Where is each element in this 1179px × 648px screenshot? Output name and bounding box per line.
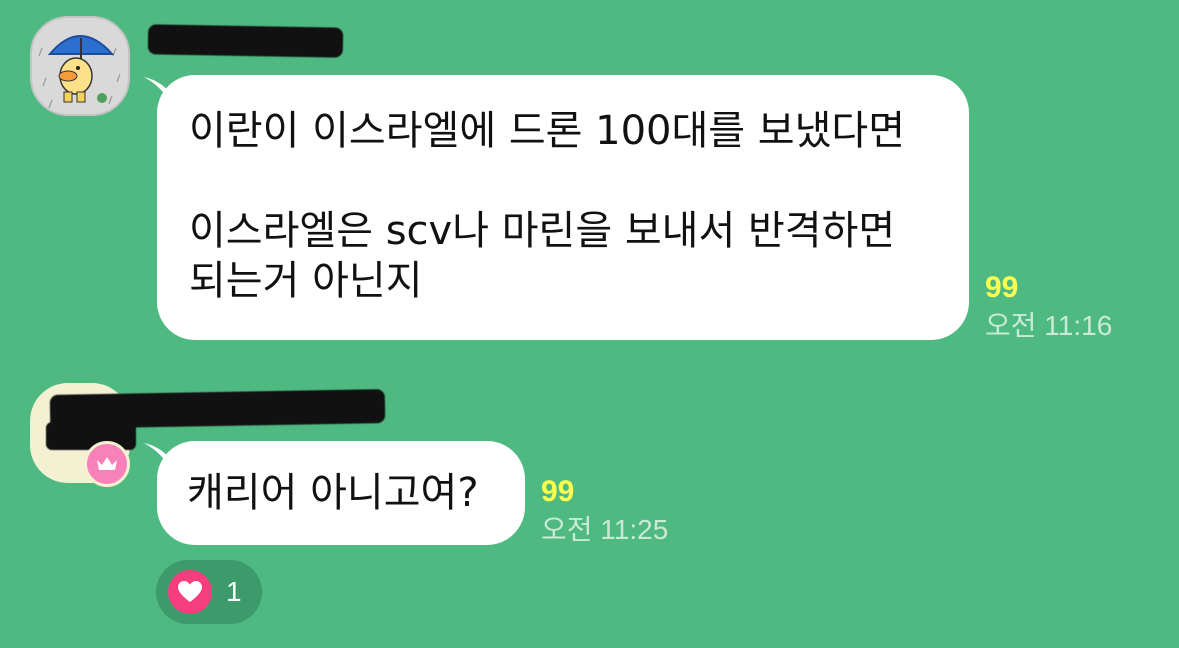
message-text-line	[189, 156, 937, 206]
reaction-count: 1	[226, 576, 242, 607]
owner-badge	[84, 441, 130, 487]
message-time: 오전 11:16	[985, 310, 1113, 341]
message-text-line: 되는거 아닌지	[189, 258, 423, 304]
unread-count: 99	[985, 271, 1019, 304]
unread-count: 99	[541, 475, 575, 508]
message-text-line: 이스라엘은 scv나 마린을 보내서 반격하면	[189, 208, 896, 254]
heart-icon	[178, 581, 202, 602]
crown-icon	[97, 457, 117, 470]
message-bubble[interactable]: 이란이 이스라엘에 드론 100대를 보냈다면 이스라엘은 scv나 마린을 보…	[157, 75, 969, 340]
message-meta: 99 오전 11:16	[985, 270, 1112, 346]
message-time: 오전 11:25	[541, 514, 669, 545]
heart-reaction	[168, 570, 212, 614]
sender-name-redacted	[147, 24, 344, 58]
reaction-chip[interactable]: 1	[156, 560, 262, 624]
message-text-line: 캐리어 아니고여?	[187, 470, 479, 516]
sender-avatar[interactable]	[30, 16, 130, 116]
message-text-line: 이란이 이스라엘에 드론 100대를 보냈다면	[189, 108, 906, 154]
message-meta: 99 오전 11:25	[541, 474, 668, 550]
message-bubble[interactable]: 캐리어 아니고여?	[157, 441, 525, 545]
duck-umbrella-icon	[38, 35, 121, 109]
